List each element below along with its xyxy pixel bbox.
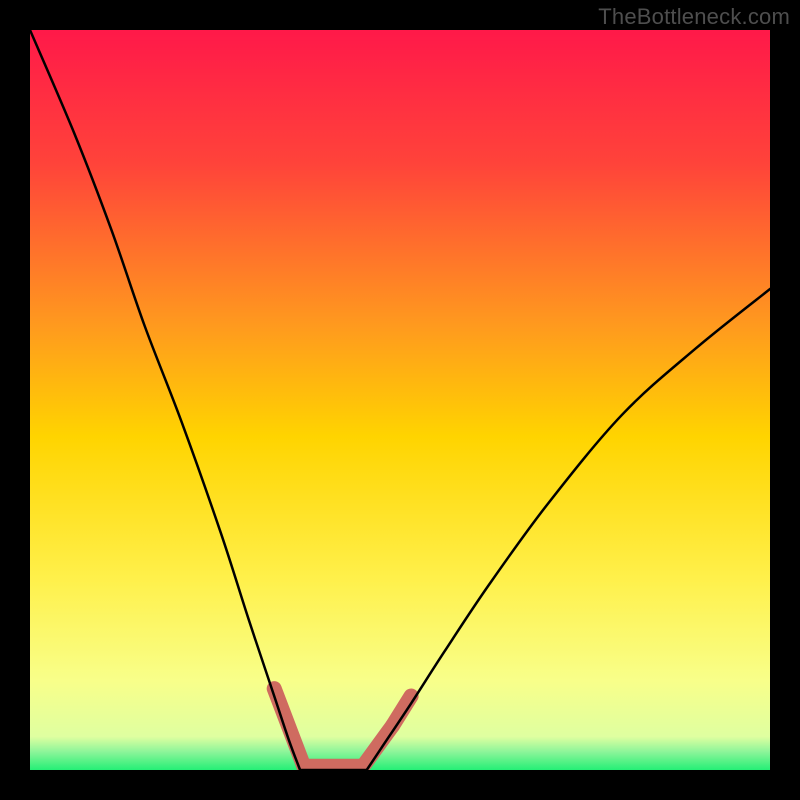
- gradient-background: [30, 30, 770, 770]
- figure-frame: TheBottleneck.com: [0, 0, 800, 800]
- watermark-text: TheBottleneck.com: [598, 4, 790, 30]
- plot-area: [30, 30, 770, 770]
- chart-svg: [30, 30, 770, 770]
